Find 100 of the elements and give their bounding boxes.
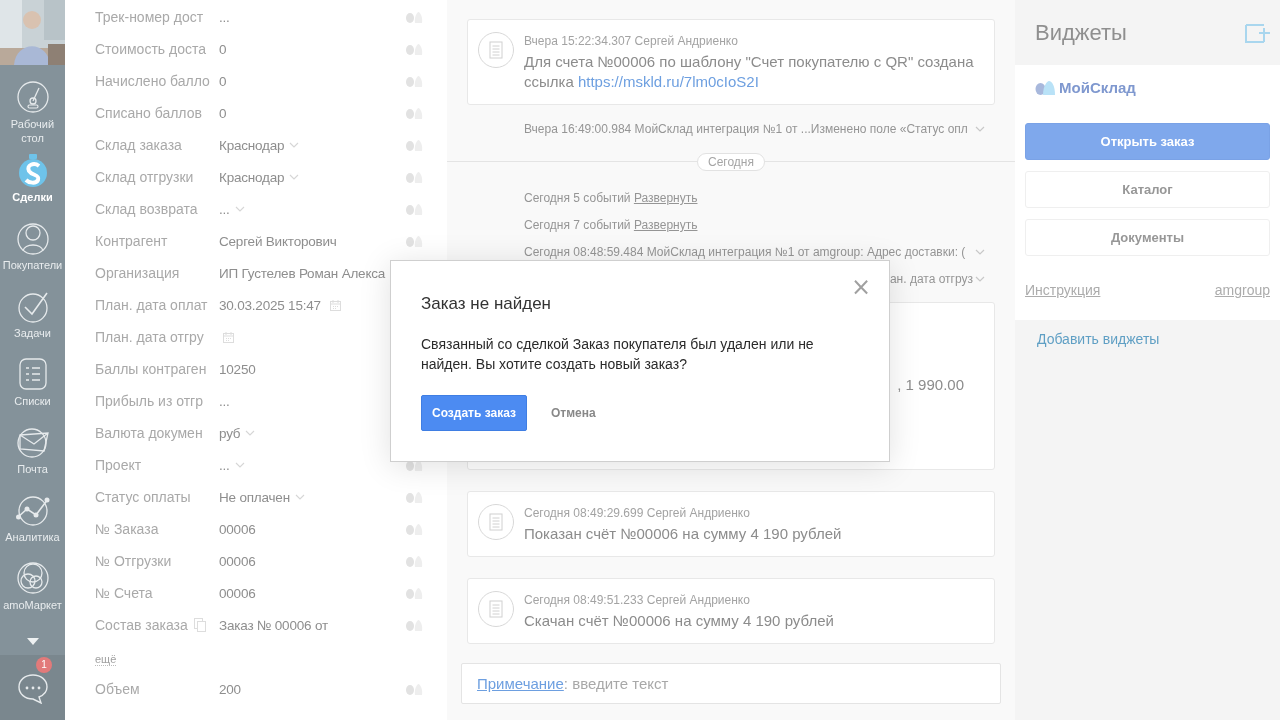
cancel-button[interactable]: Отмена: [540, 395, 606, 431]
field-value[interactable]: Не оплачен: [219, 489, 290, 505]
field-value[interactable]: ...: [219, 457, 230, 473]
nav-item[interactable]: Рабочий стол: [0, 65, 65, 152]
chevron-down-icon: [975, 126, 985, 132]
note-field[interactable]: Примечание: введите текст: [461, 663, 1001, 704]
drops-icon: [405, 459, 423, 471]
calendar-icon: [329, 299, 341, 311]
chevron-down-icon: [234, 462, 245, 468]
brand-name: МойСклад: [1059, 78, 1136, 96]
drops-icon: [405, 139, 423, 151]
note-input[interactable]: введите текст: [572, 675, 1000, 692]
nav-item[interactable]: Покупатели: [0, 220, 65, 288]
event-meta: Вчера 15:22:34.307 Сергей Андриенко: [524, 33, 739, 49]
people-icon: [15, 221, 50, 255]
drops-icon: [405, 171, 423, 183]
envelope-icon: [15, 425, 50, 459]
widget-link[interactable]: Инструкция: [1025, 282, 1101, 298]
add-widgets-link[interactable]: Добавить виджеты: [1015, 320, 1160, 347]
chevron-down-icon: [289, 142, 300, 148]
field-label: Склад отгрузки: [95, 169, 194, 185]
field-value[interactable]: 30.03.2025 15:47: [219, 297, 321, 313]
field-value: Сергей Викторович: [219, 233, 337, 249]
event-text: Для счета №00006 по шаблону "Счет покупателю с QR" создана ссылка https://mskld.ru/7lm0cIoS2I: [524, 52, 975, 92]
chat-button[interactable]: [16, 671, 49, 704]
drops-icon: [405, 107, 423, 119]
widget-button[interactable]: Каталог: [1025, 171, 1270, 208]
field-label: Склад возврата: [95, 201, 198, 217]
more-link[interactable]: ещё: [95, 652, 117, 666]
nav-item[interactable]: amoМаркет: [0, 560, 65, 628]
note-link[interactable]: Примечание: [477, 675, 564, 692]
dialog-title: Заказ не найден: [421, 293, 552, 315]
add-widget-icon: [1245, 21, 1271, 44]
field-value: 200: [219, 681, 241, 697]
event-meta: Сегодня 08:49:29.699 Сергей Андриенко: [524, 505, 751, 521]
drops-icon: [405, 203, 423, 215]
field-label: Состав заказа: [95, 617, 188, 633]
chevron-down-icon: [975, 276, 985, 282]
event-text: Показан счёт №00006 на сумму 4 190 рублей: [524, 524, 842, 544]
expand-link[interactable]: Развернуть: [633, 218, 698, 232]
field-label: Прибыль из отгр: [95, 393, 203, 409]
widget-button[interactable]: Документы: [1025, 219, 1270, 256]
field-value: 10250: [219, 361, 256, 377]
field-value[interactable]: Заказ № 00006 от: [219, 617, 328, 633]
event-line: Вчера 16:49:00.984 МойСклад интеграция №1 от ...Изменено поле «Статус опл: [524, 122, 968, 136]
document-icon: [478, 591, 514, 627]
field-label: Трек-номер дост: [95, 9, 204, 25]
event-group: Сегодня 7 событий Развернуть: [524, 218, 698, 232]
field-label: Баллы контраген: [95, 361, 207, 377]
event-group: Сегодня 5 событий Развернуть: [524, 191, 698, 205]
url-link[interactable]: https://mskld.ru/7lm0cIoS2I: [577, 73, 759, 90]
field-label: № Заказа: [95, 521, 159, 537]
field-label: Склад заказа: [95, 137, 182, 153]
field-value: ...: [219, 9, 230, 25]
field-value[interactable]: ...: [219, 201, 230, 217]
widget-link[interactable]: amgroup: [1214, 282, 1270, 298]
field-value: 0: [219, 41, 227, 57]
field-label: Проект: [95, 457, 142, 473]
drops-icon: [405, 683, 423, 695]
document-icon: [478, 32, 514, 68]
nav-item[interactable]: Сделки: [0, 152, 65, 220]
notification-badge: 1: [36, 657, 52, 673]
drops-icon: [405, 235, 423, 247]
field-value: ИП Густелев Роман Алекса: [219, 265, 386, 281]
chevron-down-icon: [234, 206, 245, 212]
field-value[interactable]: Краснодар: [219, 169, 285, 185]
nav-item[interactable]: Почта: [0, 424, 65, 492]
field-label: Статус оплаты: [95, 489, 191, 505]
field-label: Валюта докумен: [95, 425, 203, 441]
field-label: Контрагент: [95, 233, 168, 249]
chevron-down-icon: [975, 249, 985, 255]
note-separator: :: [563, 675, 569, 692]
field-value: 00006: [219, 585, 256, 601]
create-button[interactable]: Создать заказ: [421, 395, 527, 431]
event-text: , 1 990.00: [897, 376, 964, 393]
panel-title: Виджеты: [1035, 19, 1127, 46]
nav-item[interactable]: Аналитика: [0, 492, 65, 560]
date-pill: Сегодня: [697, 153, 765, 171]
event-text: Скачан счёт №00006 на сумму 4 190 рублей: [524, 611, 834, 631]
field-label: Стоимость доста: [95, 41, 206, 57]
field-value[interactable]: руб: [219, 425, 241, 441]
chat-icon: [16, 671, 49, 704]
drops-icon: [405, 491, 423, 503]
close-button[interactable]: ×: [850, 275, 871, 299]
field-label: № Отгрузки: [95, 553, 172, 569]
field-value: 00006: [219, 521, 256, 537]
drops-icon: [405, 619, 423, 631]
drops-icon: [405, 555, 423, 567]
gauge-icon: [15, 80, 50, 114]
event-line: ан. дата отгруз: [889, 272, 973, 286]
field-label: Организация: [95, 265, 180, 281]
event-line: Сегодня 08:48:59.484 МойСклад интеграция №1 от amgroup: Адрес доставки: (: [524, 245, 966, 259]
dialog-message: Связанный со сделкой Заказ покупателя был удален или не найден. Вы хотите создать новый заказ?: [421, 335, 815, 374]
widget-button[interactable]: Открыть заказ: [1025, 123, 1270, 160]
field-value[interactable]: Краснодар: [219, 137, 285, 153]
nav-item[interactable]: Списки: [0, 356, 65, 424]
nav-item[interactable]: Задачи: [0, 288, 65, 356]
field-value: 0: [219, 105, 227, 121]
expand-link[interactable]: Развернуть: [633, 191, 698, 205]
field-label: № Счета: [95, 585, 153, 601]
